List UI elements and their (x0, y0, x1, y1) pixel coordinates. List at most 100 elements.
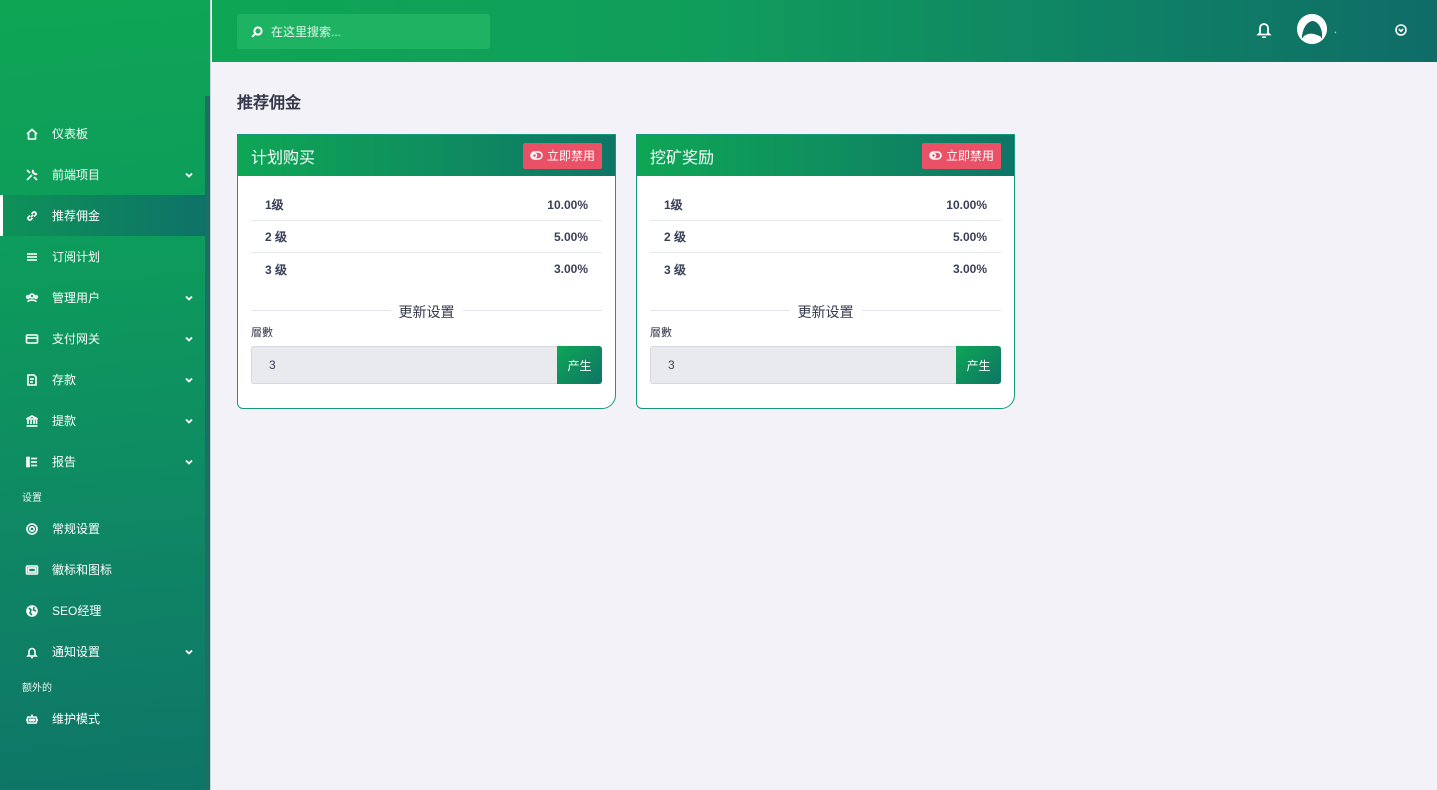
sidebar-item-sidebar-items-3[interactable]: 订阅计划 (0, 236, 206, 277)
section-heading-settings: 设置 (22, 493, 42, 504)
search-box[interactable] (237, 14, 490, 49)
toggle-icon (929, 151, 942, 160)
level-value: 10.00% (547, 197, 588, 212)
level-label: 3 级 (265, 262, 288, 277)
disable-now-button[interactable]: 立即禁用 (522, 142, 602, 169)
globe-icon (25, 604, 39, 618)
level-label: 1级 (664, 198, 683, 212)
level-row: 2 级 5.00% (251, 221, 602, 253)
list-icon (25, 250, 39, 264)
sidebar-item-sidebar-items-2[interactable]: 推荐佣金 (0, 195, 206, 236)
generate-button[interactable]: 产生 (557, 346, 602, 384)
update-settings-label: 更新设置 (390, 302, 463, 322)
levels-count-label: 層數 (251, 327, 273, 339)
level-label: 3 级 (664, 262, 687, 277)
sidebar-item-sidebar-extra_items-0[interactable]: 维护模式 (0, 698, 206, 739)
user-name[interactable]: . (1334, 24, 1337, 36)
chevron-down-icon (184, 456, 194, 466)
level-label: 2 级 (664, 230, 687, 244)
level-list: 1级 10.00% 2 级 5.00% 3 级 3.00% (650, 189, 1001, 285)
sidebar-item-sidebar-items-7[interactable]: 提款 (0, 400, 206, 441)
sidebar-item-label: 订阅计划 (52, 250, 101, 264)
chevron-down-icon (184, 333, 194, 343)
update-settings-divider: 更新设置 (251, 302, 602, 322)
sidebar-item-sidebar-settings_items-0[interactable]: 常规设置 (0, 508, 206, 549)
sidebar-item-label: 存款 (52, 373, 77, 387)
chevron-down-icon (184, 374, 194, 384)
generate-button[interactable]: 产生 (956, 346, 1001, 384)
level-label: 2 级 (265, 230, 288, 244)
commission-card: 计划购买 立即禁用 1级 10.00% 2 级 5.00% 3 级 3.00% … (237, 134, 616, 409)
sidebar-item-label: 管理用户 (52, 291, 101, 305)
card-header: 计划购买 立即禁用 (238, 135, 615, 176)
section-heading-extra: 额外的 (22, 683, 52, 694)
sidebar-item-label: 通知设置 (52, 645, 101, 659)
commission-card: 挖矿奖励 立即禁用 1级 10.00% 2 级 5.00% 3 级 3.00% … (636, 134, 1015, 409)
disable-now-label: 立即禁用 (546, 149, 595, 163)
sidebar-item-sidebar-settings_items-3[interactable]: 通知设置 (0, 631, 206, 672)
link-icon (25, 209, 39, 223)
level-row: 2 级 5.00% (650, 221, 1001, 253)
home-icon (25, 127, 39, 141)
sidebar-item-sidebar-items-6[interactable]: 存款 (0, 359, 206, 400)
topbar: . (212, 0, 1437, 62)
level-list: 1级 10.00% 2 级 5.00% 3 级 3.00% (251, 189, 602, 285)
sidebar-item-label: 提款 (52, 414, 77, 428)
search-input[interactable] (271, 24, 471, 39)
sidebar-item-label: 维护模式 (52, 712, 101, 726)
disable-now-button[interactable]: 立即禁用 (921, 142, 1001, 169)
level-row: 1级 10.00% (251, 189, 602, 221)
levels-count-input[interactable] (650, 346, 956, 384)
robot-icon (25, 712, 39, 726)
update-settings-divider: 更新设置 (650, 302, 1001, 322)
sidebar-item-label: 常规设置 (52, 522, 101, 536)
chevron-down-icon (184, 646, 194, 656)
disable-now-label: 立即禁用 (945, 149, 994, 163)
levels-count-label: 層數 (650, 327, 672, 339)
life-ring-icon (25, 522, 39, 536)
credit-card-icon (25, 332, 39, 346)
tools-icon (25, 168, 39, 182)
sidebar-item-label: 支付网关 (52, 332, 101, 346)
sidebar-item-sidebar-items-4[interactable]: 管理用户 (0, 277, 206, 318)
level-value: 10.00% (946, 197, 987, 212)
level-row: 3 级 3.00% (251, 253, 602, 285)
levels-count-input[interactable] (251, 346, 557, 384)
sidebar-item-sidebar-items-8[interactable]: 报告 (0, 441, 206, 482)
level-value: 3.00% (553, 262, 588, 276)
sidebar-item-label: 推荐佣金 (52, 209, 101, 223)
bank-icon (25, 414, 39, 428)
sidebar-menu: 仪表板前端项目推荐佣金订阅计划管理用户支付网关存款提款报告设置常规设置徽标和图标… (0, 113, 206, 739)
avatar[interactable] (1297, 14, 1327, 44)
level-value: 5.00% (553, 229, 588, 244)
image-icon (25, 563, 39, 577)
level-row: 1级 10.00% (650, 189, 1001, 221)
sidebar-item-sidebar-items-5[interactable]: 支付网关 (0, 318, 206, 359)
bell-icon (25, 645, 39, 659)
update-settings-label: 更新设置 (789, 302, 862, 322)
sidebar-item-sidebar-settings_items-2[interactable]: SEO经理 (0, 590, 206, 631)
card-header: 挖矿奖励 立即禁用 (637, 135, 1014, 176)
level-value: 3.00% (952, 262, 987, 276)
sidebar-item-label: 徽标和图标 (52, 563, 113, 577)
levels-count-field: 产生 (650, 346, 1001, 384)
level-row: 3 级 3.00% (650, 253, 1001, 285)
card-title: 挖矿奖励 (650, 149, 715, 167)
search-icon (251, 25, 263, 38)
sidebar: 仪表板前端项目推荐佣金订阅计划管理用户支付网关存款提款报告设置常规设置徽标和图标… (0, 0, 211, 790)
deposit-icon (25, 373, 39, 387)
page-title: 推荐佣金 (237, 95, 302, 112)
user-menu-chevron-icon[interactable] (1395, 23, 1407, 36)
sidebar-item-label: SEO经理 (52, 604, 102, 618)
users-icon (25, 291, 39, 305)
sidebar-item-sidebar-items-1[interactable]: 前端项目 (0, 154, 206, 195)
sidebar-item-label: 仪表板 (52, 127, 89, 141)
level-label: 1级 (265, 198, 284, 212)
sidebar-item-sidebar-settings_items-1[interactable]: 徽标和图标 (0, 549, 206, 590)
chevron-down-icon (184, 415, 194, 425)
logo[interactable] (0, 0, 210, 62)
sidebar-item-label: 前端项目 (52, 168, 101, 182)
card-title: 计划购买 (251, 149, 316, 167)
sidebar-item-sidebar-items-0[interactable]: 仪表板 (0, 113, 206, 154)
notification-bell-icon[interactable] (1256, 20, 1272, 39)
